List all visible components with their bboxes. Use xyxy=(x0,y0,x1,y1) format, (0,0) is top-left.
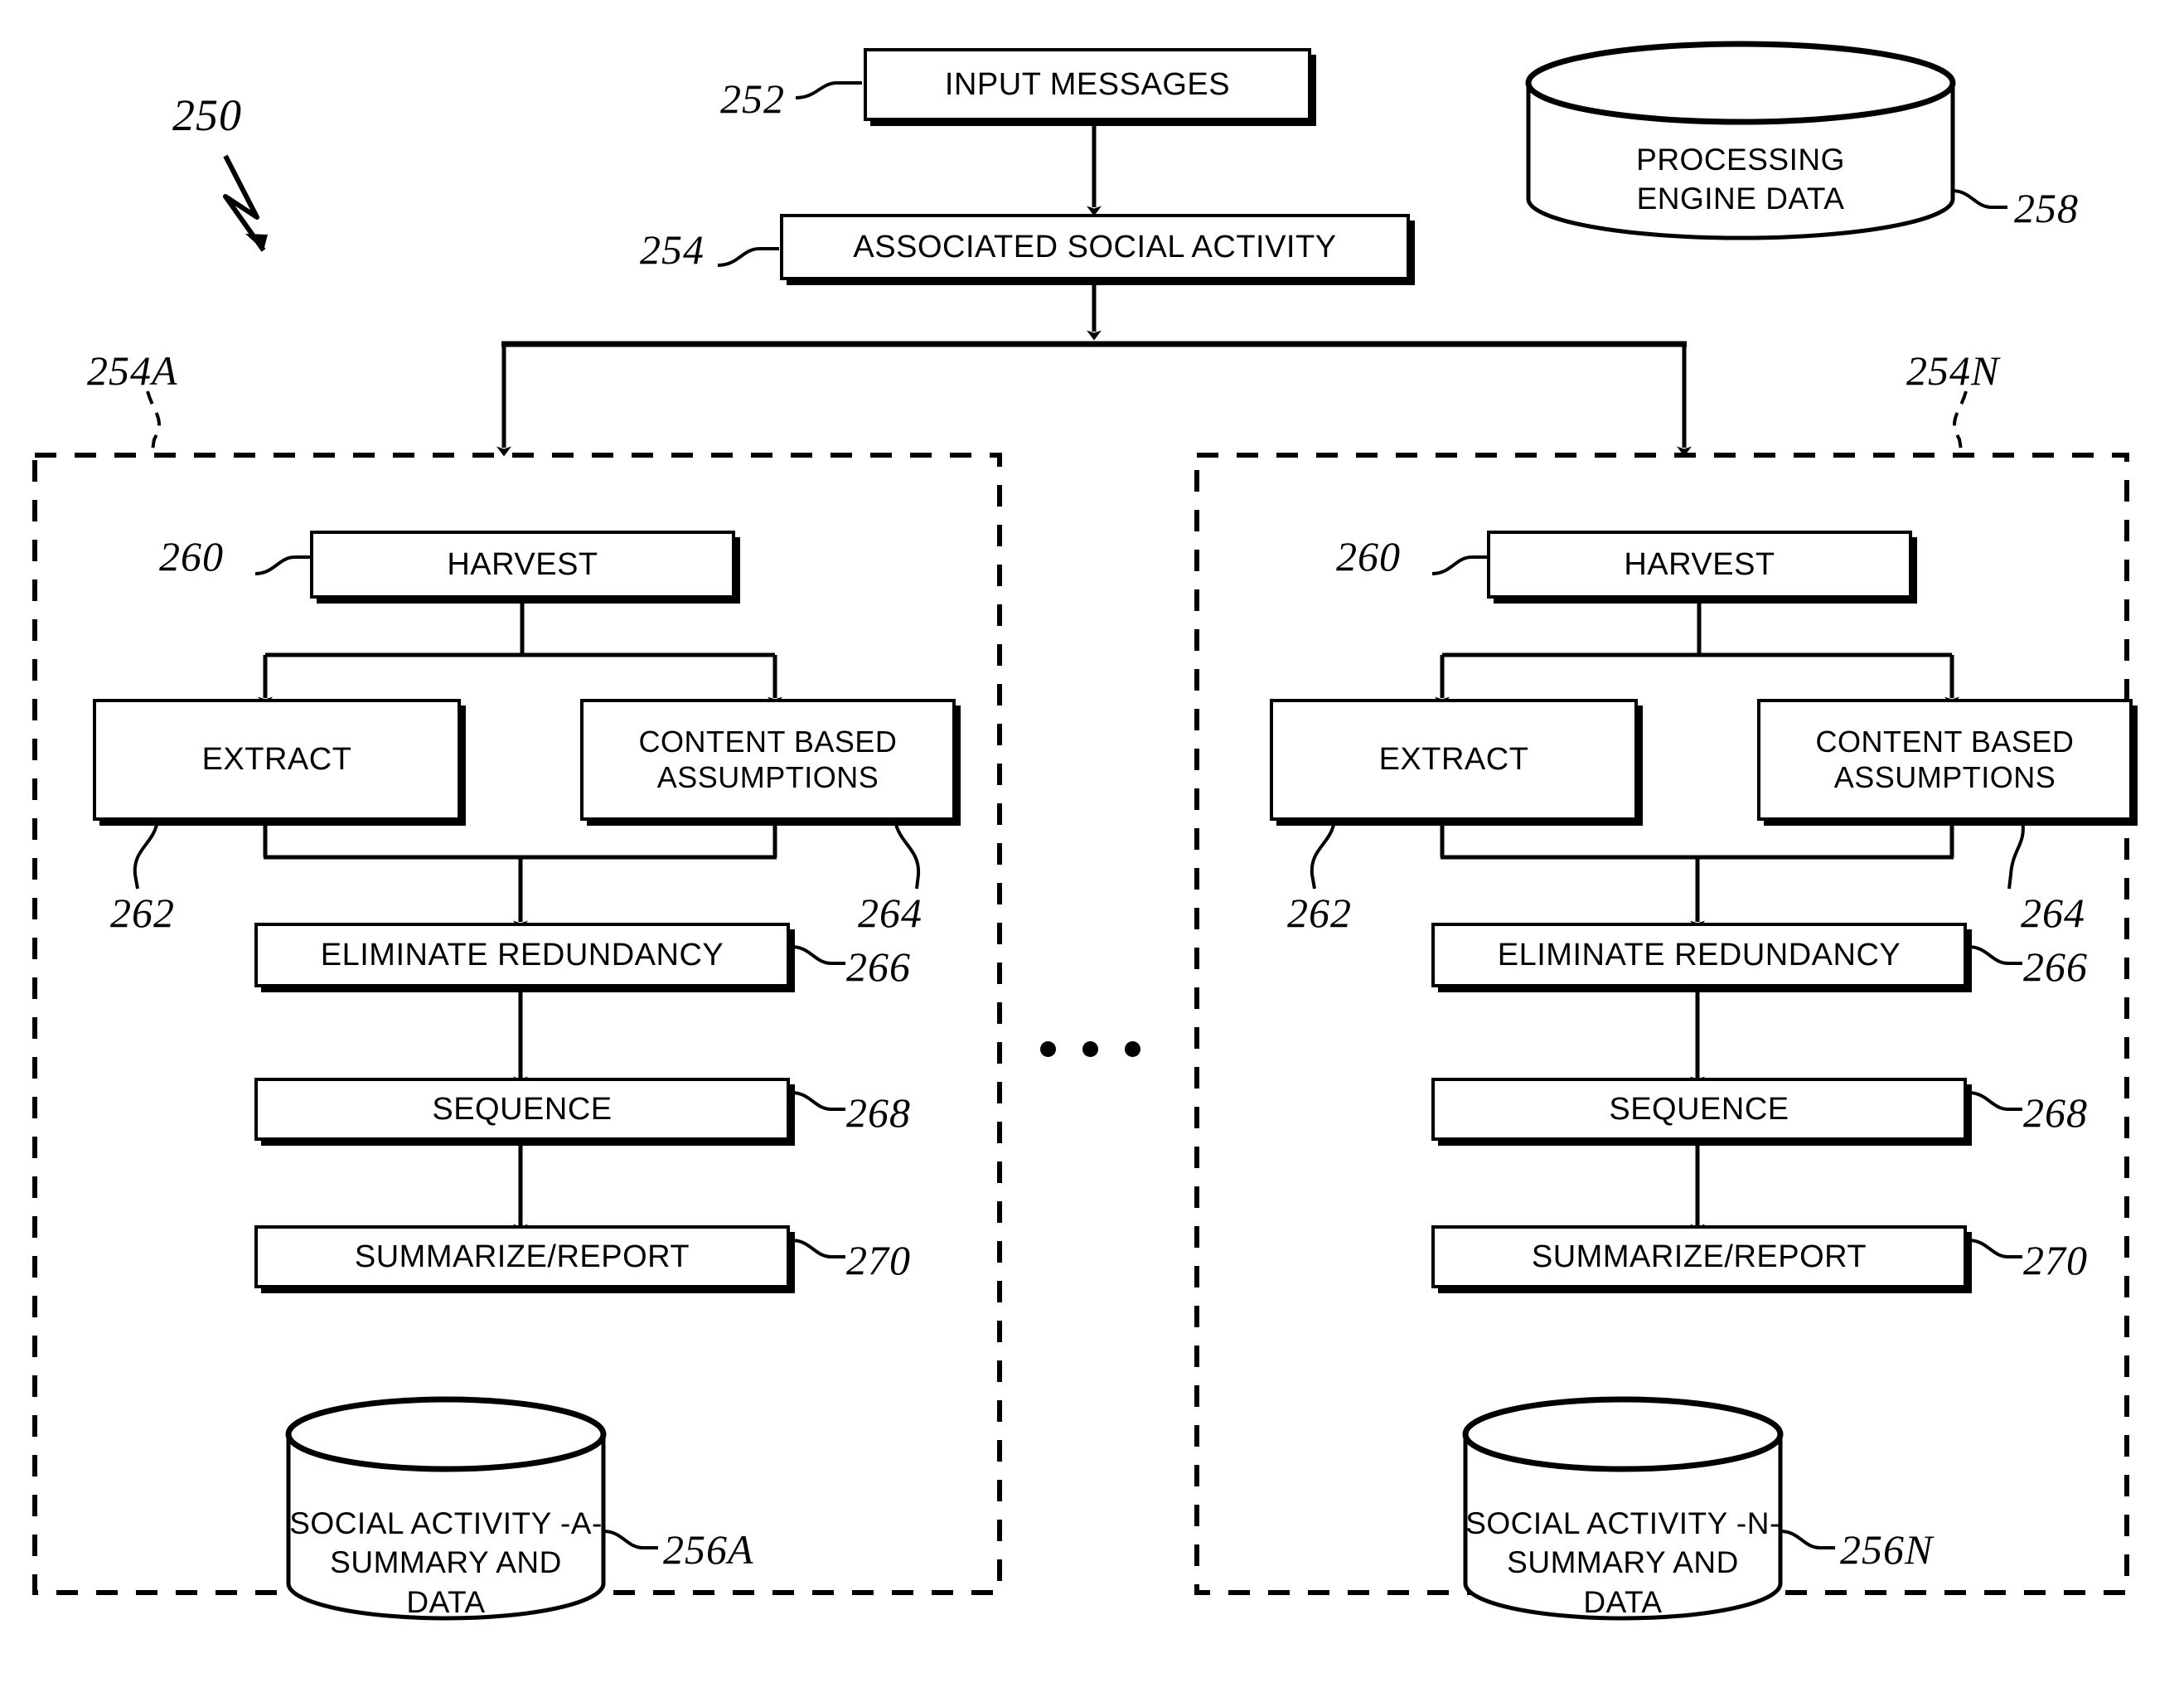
ref-258: 258 xyxy=(2014,185,2079,231)
leader-264-a xyxy=(893,820,921,890)
leader-268-n xyxy=(1968,1091,2022,1111)
leader-270-n xyxy=(1968,1239,2022,1258)
panel-n-sequence-box[interactable]: SEQUENCE xyxy=(1431,1078,1967,1141)
panel-a-assumptions-box[interactable]: CONTENT BASED ASSUMPTIONS xyxy=(580,699,956,821)
leader-262-a xyxy=(133,820,159,890)
panel-n-assumptions-line2: ASSUMPTIONS xyxy=(1833,759,2056,794)
figure-number: 250 xyxy=(172,90,242,140)
ellipsis-dot-3 xyxy=(1125,1041,1140,1057)
ref-254n: 254N xyxy=(1906,347,2000,394)
panel-a-ref-270: 270 xyxy=(846,1237,911,1283)
panel-a-ref-266: 266 xyxy=(846,943,911,990)
panel-n-sequence-label: SEQUENCE xyxy=(1609,1091,1789,1127)
ref-254: 254 xyxy=(640,226,705,273)
ellipsis-dot-1 xyxy=(1040,1041,1056,1057)
leader-254a xyxy=(146,390,161,456)
panel-a-assumptions-line1: CONTENT BASED xyxy=(638,725,898,759)
panel-a-sequence-label: SEQUENCE xyxy=(432,1091,613,1127)
associated-social-activity-box[interactable]: ASSOCIATED SOCIAL ACTIVITY xyxy=(780,214,1410,280)
panel-a-summarize-report-box[interactable]: SUMMARIZE/REPORT xyxy=(254,1225,790,1288)
leader-256a xyxy=(603,1530,658,1549)
panel-n-summarize-report-box[interactable]: SUMMARIZE/REPORT xyxy=(1431,1225,1967,1288)
panel-n-extract-box[interactable]: EXTRACT xyxy=(1270,699,1638,821)
panel-a-ref-268: 268 xyxy=(846,1089,911,1136)
leader-254n xyxy=(1953,390,1968,456)
leader-260-a xyxy=(254,555,310,575)
panel-a-extract-label: EXTRACT xyxy=(201,742,352,778)
panel-n-ref-262: 262 xyxy=(1287,890,1352,936)
panel-n-extract-label: EXTRACT xyxy=(1378,742,1529,778)
panel-n-ref-266: 266 xyxy=(2023,943,2088,990)
leader-270-a xyxy=(791,1239,845,1258)
leader-264-n xyxy=(2007,820,2025,890)
associated-social-activity-label: ASSOCIATED SOCIAL ACTIVITY xyxy=(853,229,1337,264)
panels-ellipsis xyxy=(1040,1041,1140,1057)
social-activity-a-line2: SUMMARY AND DATA xyxy=(330,1545,562,1619)
panel-n-ref-264: 264 xyxy=(2021,890,2085,936)
panel-n-ref-260: 260 xyxy=(1336,533,1401,579)
panel-n-harvest-box[interactable]: HARVEST xyxy=(1487,531,1912,599)
panel-a-assumptions-line2: ASSUMPTIONS xyxy=(656,759,879,794)
panel-a-ref-256a: 256A xyxy=(663,1526,754,1573)
leader-266-n xyxy=(1968,945,2022,965)
panel-a-harvest-box[interactable]: HARVEST xyxy=(310,531,735,599)
input-messages-box[interactable]: INPUT MESSAGES xyxy=(864,48,1311,121)
leader-252 xyxy=(795,81,862,99)
input-messages-label: INPUT MESSAGES xyxy=(944,66,1231,102)
panel-n-eliminate-redundancy-label: ELIMINATE REDUNDANCY xyxy=(1497,937,1901,972)
ellipsis-dot-2 xyxy=(1082,1041,1098,1057)
social-activity-n-line2: SUMMARY AND DATA xyxy=(1507,1545,1739,1619)
social-activity-n-line1: SOCIAL ACTIVITY -N- xyxy=(1465,1506,1780,1540)
social-activity-n-cylinder: SOCIAL ACTIVITY -N- SUMMARY AND DATA xyxy=(1465,1399,1780,1619)
panel-a-extract-box[interactable]: EXTRACT xyxy=(93,699,461,821)
ref-254a: 254A xyxy=(87,347,178,394)
leader-268-a xyxy=(791,1091,845,1111)
panel-a-harvest-label: HARVEST xyxy=(447,546,598,582)
panel-a-eliminate-redundancy-label: ELIMINATE REDUNDANCY xyxy=(320,937,724,972)
panel-a-assumptions-label: CONTENT BASED ASSUMPTIONS xyxy=(584,725,952,795)
panel-a-eliminate-redundancy-box[interactable]: ELIMINATE REDUNDANCY xyxy=(254,923,790,987)
processing-engine-data-line2: ENGINE DATA xyxy=(1636,182,1845,216)
panel-a-ref-260: 260 xyxy=(159,533,224,579)
panel-a-ref-264: 264 xyxy=(858,890,923,936)
leader-262-n xyxy=(1310,820,1336,890)
ref-252: 252 xyxy=(720,75,785,122)
panel-a-summarize-report-label: SUMMARIZE/REPORT xyxy=(354,1239,690,1274)
social-activity-a-line1: SOCIAL ACTIVITY -A- xyxy=(289,1506,603,1540)
panel-a-sequence-box[interactable]: SEQUENCE xyxy=(254,1078,790,1141)
leader-266-a xyxy=(791,945,845,965)
panel-n-assumptions-label: CONTENT BASED ASSUMPTIONS xyxy=(1760,725,2129,795)
panel-a-ref-262: 262 xyxy=(110,890,175,936)
panel-n-assumptions-box[interactable]: CONTENT BASED ASSUMPTIONS xyxy=(1757,699,2133,821)
panel-n-harvest-label: HARVEST xyxy=(1624,546,1775,582)
panel-n-assumptions-line1: CONTENT BASED xyxy=(1815,725,2075,759)
panel-n-summarize-report-label: SUMMARIZE/REPORT xyxy=(1531,1239,1867,1274)
leader-256n xyxy=(1780,1530,1835,1549)
social-activity-a-cylinder: SOCIAL ACTIVITY -A- SUMMARY AND DATA xyxy=(288,1399,603,1619)
processing-engine-data-line1: PROCESSING xyxy=(1636,143,1845,177)
leader-258 xyxy=(1951,189,2007,209)
panel-n-ref-268: 268 xyxy=(2023,1089,2088,1136)
panel-n-ref-270: 270 xyxy=(2023,1237,2088,1283)
leader-260-n xyxy=(1431,555,1487,575)
processing-engine-data-cylinder: PROCESSING ENGINE DATA xyxy=(1528,44,1953,239)
patent-figure-canvas: 250 INPUT MESSAGES 252 ASSOCIATED SOCIAL… xyxy=(0,0,2184,1702)
leader-254 xyxy=(717,247,779,267)
panel-n-eliminate-redundancy-box[interactable]: ELIMINATE REDUNDANCY xyxy=(1431,923,1967,987)
panel-n-ref-256n: 256N xyxy=(1840,1526,1934,1573)
